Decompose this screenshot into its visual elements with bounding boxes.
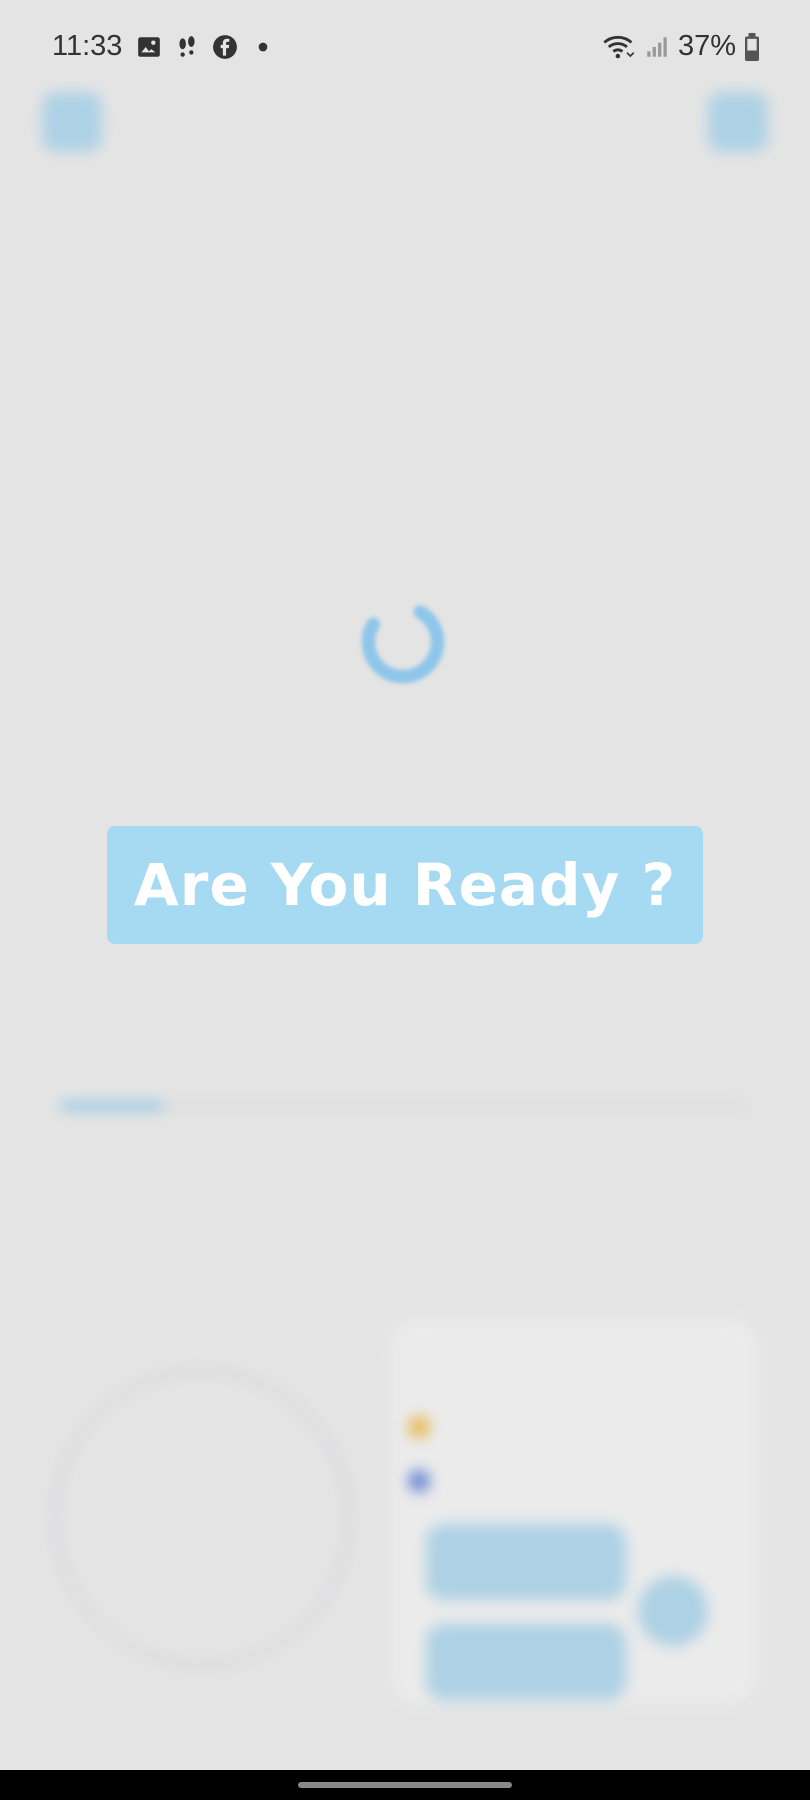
- card-fab-button: [638, 1576, 708, 1646]
- blue-dot-icon: [408, 1470, 430, 1492]
- timer-ring: [52, 1368, 352, 1668]
- exercise-card: [390, 1318, 758, 1704]
- navigation-bar: [0, 1770, 810, 1800]
- card-row-1: [408, 1416, 430, 1438]
- card-row-2: [408, 1470, 430, 1492]
- card-button-1: [426, 1524, 626, 1600]
- workout-progress-fill: [60, 1102, 164, 1110]
- workout-progress-track: [60, 1102, 750, 1110]
- yellow-dot-icon: [408, 1416, 430, 1438]
- ready-button[interactable]: Are You Ready ?: [107, 826, 703, 944]
- loading-spinner-icon: [361, 600, 445, 684]
- home-handle[interactable]: [298, 1782, 512, 1788]
- card-button-2: [426, 1624, 626, 1700]
- back-button: [42, 92, 102, 152]
- list-button: [708, 92, 768, 152]
